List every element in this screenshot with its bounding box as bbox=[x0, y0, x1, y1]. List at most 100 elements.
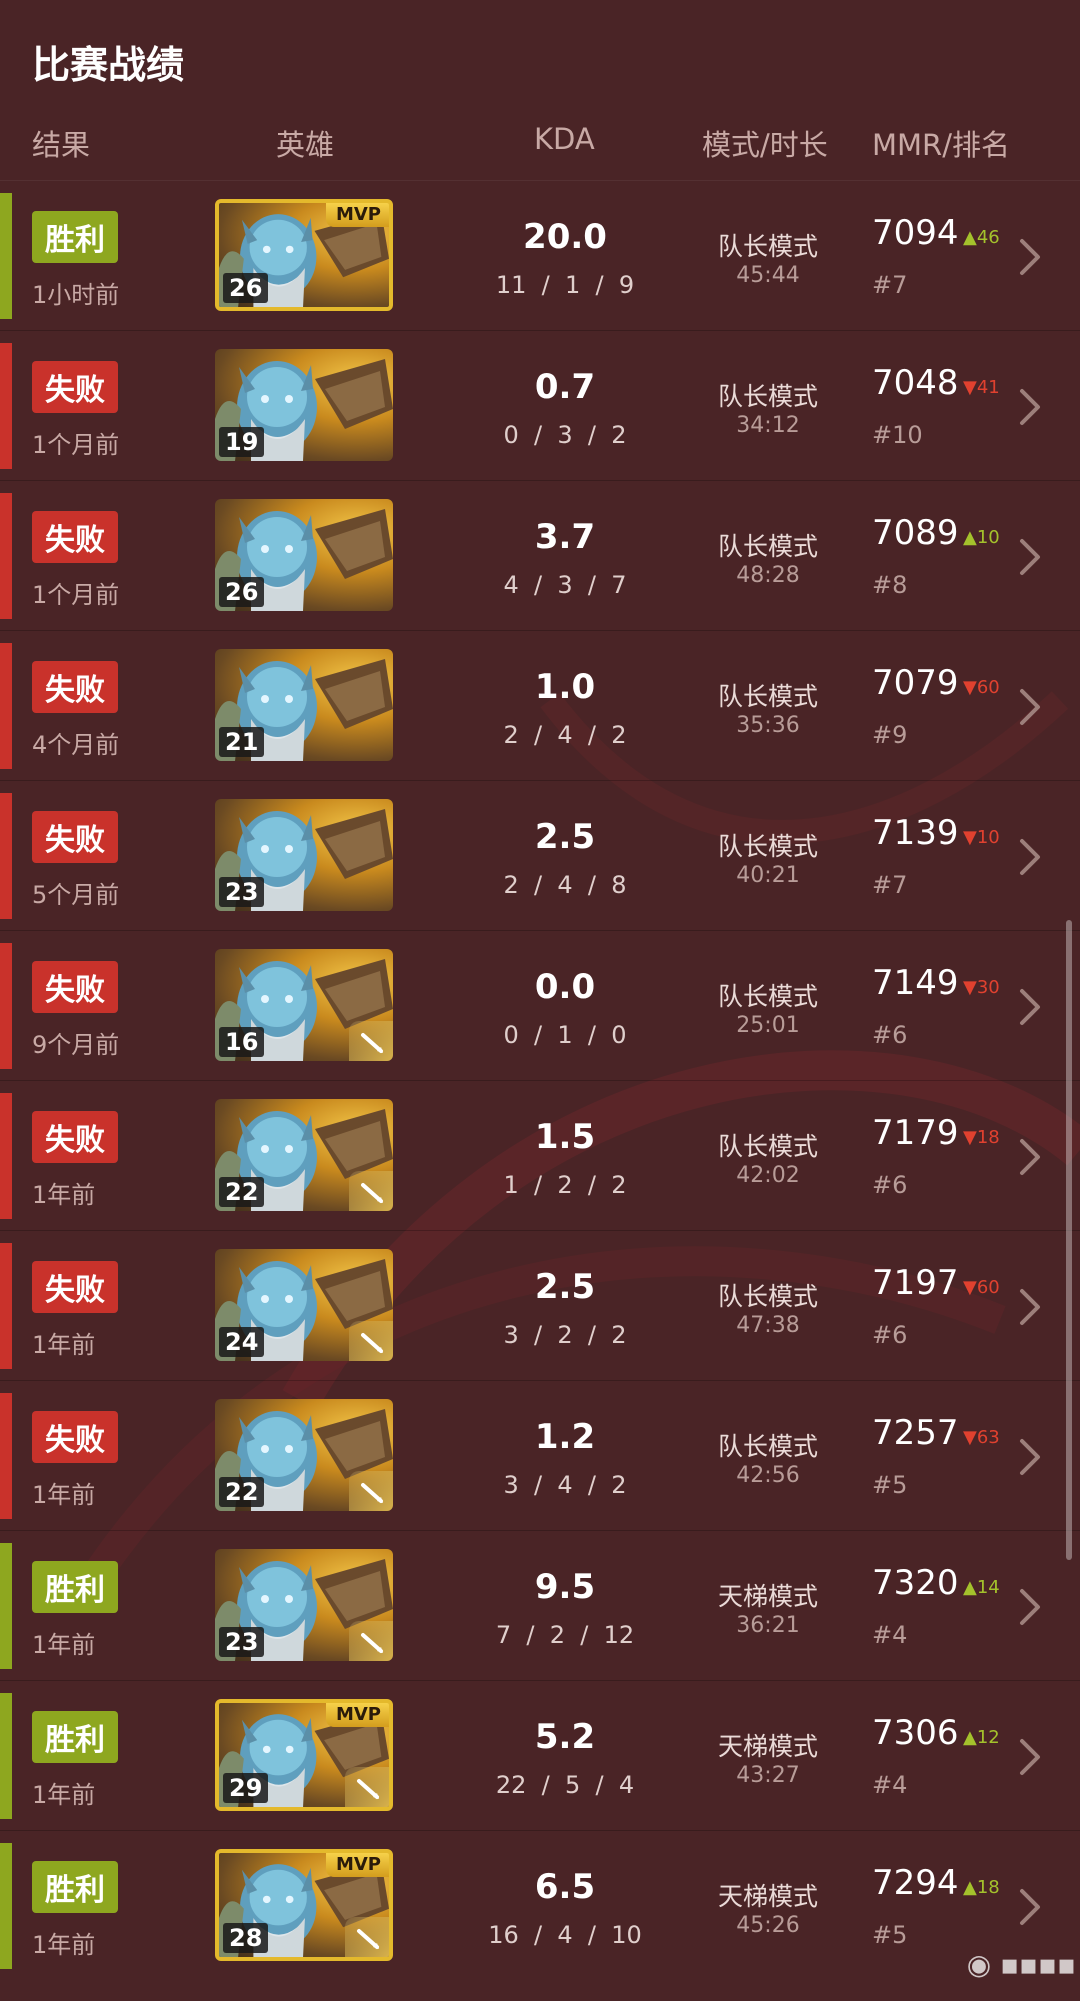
match-row[interactable]: 失败 5个月前 23 2.5 2 / 4 / 8 队长模式 40:21 7139… bbox=[0, 780, 1080, 930]
mmr-delta: ▼10 bbox=[963, 827, 1000, 848]
mmr-delta: ▲12 bbox=[963, 1727, 1000, 1748]
deaths: 2 bbox=[549, 1621, 565, 1649]
triangle-up-icon: ▲ bbox=[963, 1877, 977, 1898]
time-ago: 1年前 bbox=[32, 1331, 96, 1359]
kda-ratio: 0.7 bbox=[534, 367, 596, 407]
chevron-right-icon[interactable] bbox=[1014, 1435, 1044, 1479]
kills: 2 bbox=[503, 721, 519, 749]
hero-card: 19 bbox=[215, 349, 393, 461]
rank: #9 bbox=[872, 721, 908, 749]
match-row[interactable]: 胜利 1年前 MVP 28 6.5 16 / 4 / 10 天梯模式 45:26… bbox=[0, 1830, 1080, 1980]
rank: #6 bbox=[872, 1171, 908, 1199]
chevron-right-icon[interactable] bbox=[1014, 535, 1044, 579]
match-duration: 40:21 bbox=[736, 863, 800, 888]
match-row[interactable]: 胜利 1年前 MVP 29 5.2 22 / 5 / 4 天梯模式 43:27 … bbox=[0, 1680, 1080, 1830]
triangle-down-icon: ▼ bbox=[963, 827, 977, 848]
mmr-delta-value: 30 bbox=[976, 977, 1000, 998]
mmr-value: 7149 bbox=[872, 963, 959, 1003]
time-ago: 1个月前 bbox=[32, 581, 120, 609]
time-ago: 1年前 bbox=[32, 1631, 96, 1659]
rank: #5 bbox=[872, 1921, 908, 1949]
match-row[interactable]: 失败 1年前 22 1.5 1 / 2 / 2 队长模式 42:02 7179 … bbox=[0, 1080, 1080, 1230]
scrollbar[interactable] bbox=[1066, 920, 1072, 1560]
hero-card: 24 bbox=[215, 1249, 393, 1361]
rank: #5 bbox=[872, 1471, 908, 1499]
game-mode: 队长模式 bbox=[717, 1432, 818, 1461]
mmr-value: 7306 bbox=[872, 1713, 959, 1753]
match-duration: 48:28 bbox=[736, 563, 800, 588]
match-row[interactable]: 失败 9个月前 16 0.0 0 / 1 / 0 队长模式 25:01 7149… bbox=[0, 930, 1080, 1080]
match-row[interactable]: 失败 1个月前 19 0.7 0 / 3 / 2 队长模式 34:12 7048… bbox=[0, 330, 1080, 480]
chevron-right-icon[interactable] bbox=[1014, 1135, 1044, 1179]
match-row[interactable]: 失败 1年前 22 1.2 3 / 4 / 2 队长模式 42:56 7257 … bbox=[0, 1380, 1080, 1530]
time-ago: 1年前 bbox=[32, 1481, 96, 1509]
deaths: 1 bbox=[564, 271, 581, 299]
mvp-badge: MVP bbox=[325, 203, 389, 227]
chevron-right-icon[interactable] bbox=[1014, 235, 1044, 279]
game-mode: 队长模式 bbox=[717, 382, 818, 411]
chevron-right-icon[interactable] bbox=[1014, 685, 1044, 729]
result-indicator-bar bbox=[0, 493, 12, 619]
chevron-right-icon[interactable] bbox=[1014, 985, 1044, 1029]
watermark-text: ◉ ▪▪▪▪ bbox=[966, 1948, 1076, 1981]
kda-ratio: 2.5 bbox=[534, 1267, 596, 1307]
chevron-right-icon[interactable] bbox=[1014, 1585, 1044, 1629]
mmr-value: 7079 bbox=[872, 663, 959, 703]
header-result: 结果 bbox=[32, 128, 91, 162]
result-indicator-bar bbox=[0, 793, 12, 919]
hero-card: 23 bbox=[215, 1549, 393, 1661]
result-indicator-bar bbox=[0, 943, 12, 1069]
kda-ratio: 6.5 bbox=[534, 1867, 596, 1907]
kills: 4 bbox=[503, 571, 519, 599]
kda-ratio: 20.0 bbox=[523, 217, 607, 257]
deaths: 5 bbox=[564, 1771, 581, 1799]
chevron-right-icon[interactable] bbox=[1014, 1285, 1044, 1329]
match-row[interactable]: 胜利 1年前 23 9.5 7 / 2 / 12 天梯模式 36:21 7320… bbox=[0, 1530, 1080, 1680]
mmr-value: 7294 bbox=[872, 1863, 959, 1903]
hero-level: 23 bbox=[219, 877, 265, 907]
mmr-delta-value: 12 bbox=[976, 1727, 1000, 1748]
item-icon bbox=[345, 1767, 389, 1807]
hero-card: MVP 26 bbox=[215, 199, 393, 311]
mmr-value: 7179 bbox=[872, 1113, 959, 1153]
kills: 0 bbox=[503, 421, 519, 449]
hero-card: 16 bbox=[215, 949, 393, 1061]
chevron-right-icon[interactable] bbox=[1014, 1735, 1044, 1779]
triangle-up-icon: ▲ bbox=[963, 527, 977, 548]
mmr-value: 7048 bbox=[872, 363, 959, 403]
time-ago: 5个月前 bbox=[32, 881, 120, 909]
deaths: 3 bbox=[557, 421, 573, 449]
kda-detail: 2 / 4 / 8 bbox=[503, 871, 627, 899]
kills: 11 bbox=[495, 271, 527, 299]
chevron-right-icon[interactable] bbox=[1014, 835, 1044, 879]
mmr-delta: ▼18 bbox=[963, 1127, 1000, 1148]
kda-detail: 4 / 3 / 7 bbox=[503, 571, 627, 599]
rank: #7 bbox=[872, 871, 908, 899]
match-row[interactable]: 失败 1个月前 26 3.7 4 / 3 / 7 队长模式 48:28 7089… bbox=[0, 480, 1080, 630]
mvp-badge: MVP bbox=[325, 1703, 389, 1727]
triangle-down-icon: ▼ bbox=[963, 377, 977, 398]
kda-ratio: 2.5 bbox=[534, 817, 596, 857]
match-row[interactable]: 胜利 1小时前 MVP 26 20.0 11 / 1 / 9 队长模式 45:4… bbox=[0, 180, 1080, 330]
result-indicator-bar bbox=[0, 1093, 12, 1219]
assists: 4 bbox=[618, 1771, 635, 1799]
kda-detail: 16 / 4 / 10 bbox=[488, 1921, 642, 1949]
chevron-right-icon[interactable] bbox=[1014, 385, 1044, 429]
triangle-down-icon: ▼ bbox=[963, 677, 977, 698]
header-mmr-rank: MMR/排名 bbox=[872, 128, 1010, 162]
triangle-down-icon: ▼ bbox=[963, 1277, 977, 1298]
assists: 2 bbox=[611, 721, 627, 749]
result-badge: 胜利 bbox=[32, 1861, 118, 1913]
hero-level: 16 bbox=[219, 1027, 265, 1057]
triangle-down-icon: ▼ bbox=[963, 1427, 977, 1448]
match-row[interactable]: 失败 4个月前 21 1.0 2 / 4 / 2 队长模式 35:36 7079… bbox=[0, 630, 1080, 780]
match-row[interactable]: 失败 1年前 24 2.5 3 / 2 / 2 队长模式 47:38 7197 … bbox=[0, 1230, 1080, 1380]
mmr-delta: ▲46 bbox=[963, 227, 1000, 248]
mmr-delta: ▲18 bbox=[963, 1877, 1000, 1898]
game-mode: 队长模式 bbox=[717, 1132, 818, 1161]
match-duration: 35:36 bbox=[736, 713, 800, 738]
kda-ratio: 1.2 bbox=[534, 1417, 596, 1457]
chevron-right-icon[interactable] bbox=[1014, 1885, 1044, 1929]
hero-card: 26 bbox=[215, 499, 393, 611]
result-indicator-bar bbox=[0, 343, 12, 469]
